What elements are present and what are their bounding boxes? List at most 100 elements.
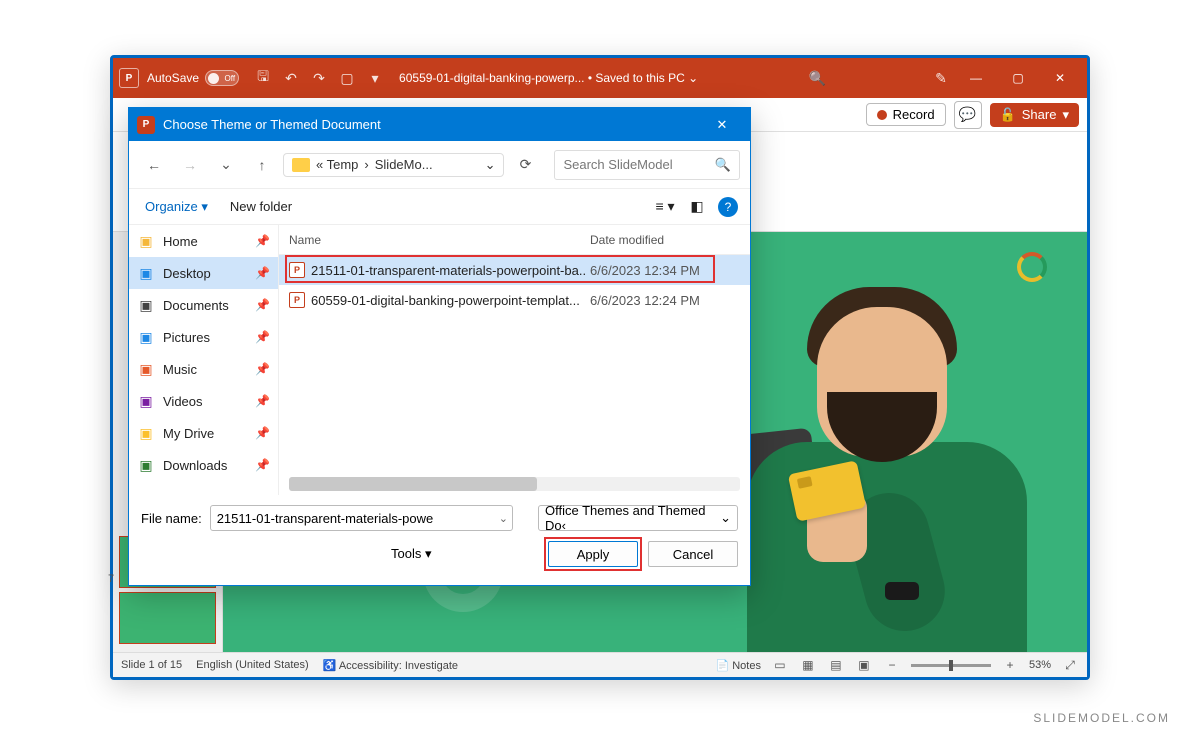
record-button[interactable]: Record [866,103,946,126]
minimize-icon[interactable]: — [955,59,997,97]
close-icon[interactable]: ✕ [1039,59,1081,97]
maximize-icon[interactable]: ▢ [997,59,1039,97]
sidebar-item-my-drive[interactable]: ▣My Drive📌 [129,417,278,449]
chevron-down-icon[interactable]: ⌄ [499,512,508,525]
dialog-footer: File name: ⌄ Office Themes and Themed Do… [129,495,750,577]
new-folder-button[interactable]: New folder [230,199,292,214]
save-icon[interactable]: 🖫 [249,64,277,92]
search-placeholder: Search SlideModel [563,157,672,172]
sidebar-item-videos[interactable]: ▣Videos📌 [129,385,278,417]
pin-icon[interactable]: 📌 [255,394,270,408]
slide-thumbnail[interactable] [119,592,216,644]
slideshow-view-icon[interactable]: ▣ [855,656,873,674]
back-icon[interactable]: ← [139,150,169,180]
thumb-number: 7 [108,573,114,585]
column-headers[interactable]: Name Date modified [279,225,750,255]
ic-vid-icon: ▣ [137,392,155,410]
sidebar-item-desktop[interactable]: ▣Desktop📌 [129,257,278,289]
dialog-toolbar: Organize ▾ New folder ≡ ▾ ◧ ? [129,189,750,225]
reading-view-icon[interactable]: ▤ [827,656,845,674]
record-dot-icon [877,110,887,120]
refresh-icon[interactable]: ⟳ [510,150,540,180]
filetype-select[interactable]: Office Themes and Themed Do‹ ⌄ [538,505,738,531]
breadcrumb[interactable]: « Temp › SlideMo... ⌄ [283,153,504,177]
dialog-nav: ← → ⌄ ↑ « Temp › SlideMo... ⌄ ⟳ Search S… [129,141,750,189]
watch-icon [885,582,919,600]
zoom-slider[interactable] [911,664,991,667]
view-mode-icon[interactable]: ≡ ▾ [654,196,676,218]
notes-button[interactable]: 📄 Notes [715,659,761,672]
overflow-icon[interactable]: ▾ [361,64,389,92]
slideshow-icon[interactable]: ▢ [333,64,361,92]
organize-menu[interactable]: Organize ▾ [141,197,212,217]
pin-icon[interactable]: 📌 [255,234,270,248]
ic-doc-icon: ▣ [137,296,155,314]
cancel-button[interactable]: Cancel [648,541,738,567]
undo-icon[interactable]: ↶ [277,64,305,92]
share-button[interactable]: 🔓Share▾ [990,103,1079,127]
chevron-down-icon: ▾ [1062,107,1069,123]
zoom-in-icon[interactable]: + [1001,656,1019,674]
pin-icon[interactable]: 📌 [255,330,270,344]
horizontal-scrollbar[interactable] [289,477,740,491]
row-highlight-annotation [285,255,715,283]
pin-icon[interactable]: 📌 [255,362,270,376]
pin-icon[interactable]: 📌 [255,298,270,312]
dialog-titlebar: P Choose Theme or Themed Document ✕ [129,108,750,141]
autosave-toggle[interactable]: AutoSave Off [147,70,239,86]
zoom-out-icon[interactable]: − [883,656,901,674]
apply-highlight-annotation [544,537,642,571]
col-name[interactable]: Name [289,233,590,247]
ic-desk-icon: ▣ [137,264,155,282]
sidebar-item-pictures[interactable]: ▣Pictures📌 [129,321,278,353]
help-icon[interactable]: ? [718,197,738,217]
tools-menu[interactable]: Tools ▾ [391,546,432,562]
ic-home-icon: ▣ [137,232,155,250]
pin-icon[interactable]: 📌 [255,426,270,440]
sidebar-item-downloads[interactable]: ▣Downloads📌 [129,449,278,481]
search-icon[interactable]: 🔍 [804,64,832,92]
autosave-switch[interactable]: Off [205,70,239,86]
scrollbar-thumb[interactable] [289,477,537,491]
zoom-percent[interactable]: 53% [1029,659,1051,671]
recent-dropdown-icon[interactable]: ⌄ [211,150,241,180]
sidebar-item-documents[interactable]: ▣Documents📌 [129,289,278,321]
slide-counter[interactable]: Slide 1 of 15 [121,659,182,671]
col-date[interactable]: Date modified [590,233,740,247]
filename-label: File name: [141,511,202,526]
ic-dl-icon: ▣ [137,456,155,474]
fit-window-icon[interactable]: ⤢ [1061,656,1079,674]
accessibility-status[interactable]: ♿ Accessibility: Investigate [323,659,458,672]
logo-icon [1017,252,1047,282]
comments-icon[interactable]: 💬 [954,101,982,129]
titlebar: P AutoSave Off 🖫 ↶ ↷ ▢ ▾ 60559-01-digita… [113,58,1087,98]
ic-pic-icon: ▣ [137,328,155,346]
share-icon: 🔓 [1000,107,1016,123]
pin-icon[interactable]: 📌 [255,266,270,280]
file-dialog: P Choose Theme or Themed Document ✕ ← → … [128,107,751,586]
pptx-file-icon: P [289,292,305,308]
file-list[interactable]: Name Date modified P21511-01-transparent… [279,225,750,495]
redo-icon[interactable]: ↷ [305,64,333,92]
dialog-search-input[interactable]: Search SlideModel 🔍 [554,150,740,180]
dialog-close-icon[interactable]: ✕ [702,108,742,141]
normal-view-icon[interactable]: ▭ [771,656,789,674]
dialog-body: ▣Home📌▣Desktop📌▣Documents📌▣Pictures📌▣Mus… [129,225,750,495]
filename-input[interactable] [210,505,513,531]
ic-drive-icon: ▣ [137,424,155,442]
preview-pane-icon[interactable]: ◧ [686,196,708,218]
up-icon[interactable]: ↑ [247,150,277,180]
dialog-title: Choose Theme or Themed Document [163,117,381,132]
sorter-view-icon[interactable]: ▦ [799,656,817,674]
chevron-down-icon[interactable]: ⌄ [485,157,496,173]
language-status[interactable]: English (United States) [196,659,309,671]
sidebar-item-music[interactable]: ▣Music📌 [129,353,278,385]
file-row[interactable]: P60559-01-digital-banking-powerpoint-tem… [279,285,750,315]
autosave-label: AutoSave [147,71,199,85]
sidebar-item-home[interactable]: ▣Home📌 [129,225,278,257]
dialog-sidebar[interactable]: ▣Home📌▣Desktop📌▣Documents📌▣Pictures📌▣Mus… [129,225,279,495]
pin-icon[interactable]: 📌 [255,458,270,472]
document-title[interactable]: 60559-01-digital-banking-powerp... • Sav… [399,71,698,85]
forward-icon: → [175,150,205,180]
draw-icon[interactable]: ✎ [927,64,955,92]
